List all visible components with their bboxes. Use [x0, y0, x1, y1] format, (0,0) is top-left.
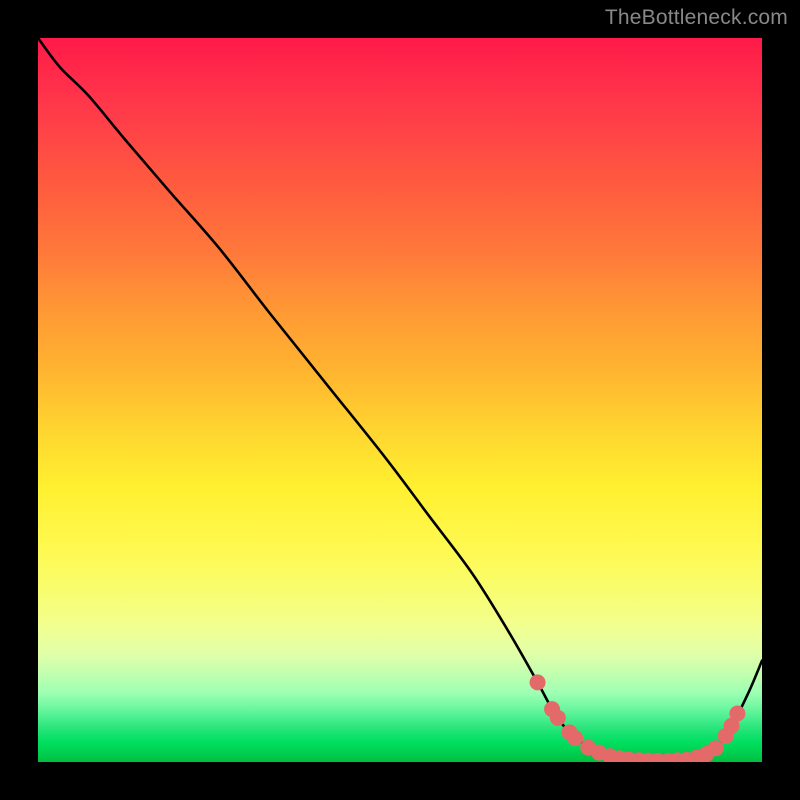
data-marker: [708, 740, 724, 756]
chart-frame: TheBottleneck.com: [0, 0, 800, 800]
chart-svg: [38, 38, 762, 762]
plot-area: [38, 38, 762, 762]
data-marker: [550, 710, 566, 726]
watermark-label: TheBottleneck.com: [605, 6, 788, 30]
line-series-curve: [38, 38, 762, 761]
data-marker: [567, 730, 583, 746]
data-marker: [530, 674, 546, 690]
marker-group: [530, 674, 746, 762]
data-marker: [729, 705, 745, 721]
